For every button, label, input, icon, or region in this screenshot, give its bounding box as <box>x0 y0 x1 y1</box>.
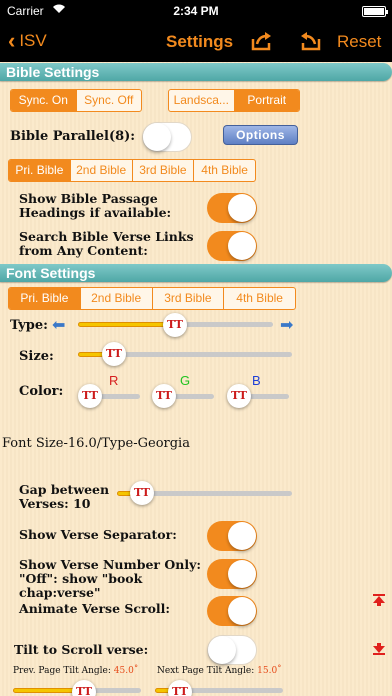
tab-4th-bible[interactable]: 4th Bible <box>194 160 255 181</box>
font-tab-pri-bible[interactable]: Pri. Bible <box>9 288 81 309</box>
scroll-up-icon[interactable] <box>372 593 386 607</box>
blue-channel-label: B <box>252 373 261 388</box>
bible-tabs: Pri. Bible 2nd Bible 3rd Bible 4th Bible <box>8 159 256 182</box>
status-bar: Carrier 2:34 PM <box>0 0 392 22</box>
font-tab-3rd-bible[interactable]: 3rd Bible <box>153 288 225 309</box>
type-label: Type: <box>10 318 48 333</box>
font-settings-header: Font Settings <box>0 264 392 282</box>
verse-separator-toggle[interactable] <box>207 521 257 551</box>
red-slider-thumb[interactable]: TT <box>78 384 102 408</box>
share-icon[interactable] <box>250 30 274 52</box>
tab-pri-bible[interactable]: Pri. Bible <box>9 160 71 181</box>
size-slider-thumb[interactable]: TT <box>102 342 126 366</box>
scroll-down-icon[interactable] <box>372 642 386 656</box>
portrait-segment[interactable]: Portrait <box>234 90 299 111</box>
next-tilt-angle-value: 15.0˚ <box>257 666 282 676</box>
sync-off-segment[interactable]: Sync. Off <box>77 90 142 111</box>
prev-tilt-angle-value: 45.0˚ <box>113 666 139 676</box>
prev-tilt-angle-label: Prev. Page Tilt Angle: 45.0˚ <box>13 666 139 676</box>
next-tilt-slider-thumb[interactable]: TT <box>168 680 192 696</box>
blue-slider-thumb[interactable]: TT <box>227 384 251 408</box>
passage-headings-label: Show Bible Passage Headings if available… <box>19 191 172 220</box>
sync-on-segment[interactable]: Sync. On <box>11 90 77 111</box>
back-button[interactable]: ‹ ISV <box>8 28 47 53</box>
next-tilt-angle-label: Next Page Tilt Angle: 15.0˚ <box>157 666 282 676</box>
verse-separator-label: Show Verse Separator: <box>19 527 177 542</box>
page-title: Settings <box>166 32 234 51</box>
tab-3rd-bible[interactable]: 3rd Bible <box>133 160 195 181</box>
green-channel-label: G <box>180 373 191 388</box>
animate-verse-scroll-toggle[interactable] <box>207 596 257 626</box>
font-tab-4th-bible[interactable]: 4th Bible <box>224 288 295 309</box>
verse-links-toggle[interactable] <box>207 231 257 261</box>
font-summary: Font Size-16.0/Type-Georgia <box>2 436 190 451</box>
verse-number-only-label: Show Verse Number Only: "Off": show "boo… <box>19 557 201 600</box>
verse-links-label: Search Bible Verse Links from Any Conten… <box>19 229 194 258</box>
reset-button[interactable]: Reset <box>337 32 381 52</box>
type-slider-thumb[interactable]: TT <box>163 313 187 337</box>
reply-icon[interactable] <box>298 30 322 52</box>
gap-slider-thumb[interactable]: TT <box>130 481 154 505</box>
size-label: Size: <box>19 349 54 364</box>
animate-verse-scroll-label: Animate Verse Scroll: <box>19 601 171 616</box>
status-time: 2:34 PM <box>173 4 219 18</box>
color-label: Color: <box>19 384 64 399</box>
battery-icon <box>362 6 388 17</box>
bible-settings-header: Bible Settings <box>0 63 392 81</box>
landscape-segment[interactable]: Landsca... <box>169 90 235 111</box>
arrow-left-icon[interactable]: ⬅ <box>52 315 65 335</box>
arrow-right-icon[interactable]: ➡ <box>280 315 293 335</box>
font-tab-2nd-bible[interactable]: 2nd Bible <box>81 288 153 309</box>
tab-2nd-bible[interactable]: 2nd Bible <box>71 160 133 181</box>
options-button[interactable]: Options <box>223 125 298 145</box>
bible-parallel-label: Bible Parallel(8): <box>10 129 136 144</box>
sync-segmented-control: Sync. On Sync. Off <box>10 89 142 112</box>
back-label: ISV <box>19 31 47 50</box>
navigation-bar: ‹ ISV Settings Reset <box>0 22 392 62</box>
bible-parallel-toggle[interactable] <box>142 122 192 152</box>
chevron-left-icon: ‹ <box>8 28 16 53</box>
green-slider-thumb[interactable]: TT <box>152 384 176 408</box>
gap-between-verses-label: Gap between Verses: 10 <box>19 482 110 511</box>
red-channel-label: R <box>109 373 119 388</box>
verse-number-only-toggle[interactable] <box>207 559 257 589</box>
orientation-segmented-control: Landsca... Portrait <box>168 89 300 112</box>
tilt-to-scroll-toggle[interactable] <box>207 635 257 665</box>
passage-headings-toggle[interactable] <box>207 193 257 223</box>
tilt-to-scroll-label: Tilt to Scroll verse: <box>14 642 149 657</box>
prev-tilt-slider-thumb[interactable]: TT <box>72 680 96 696</box>
font-bible-tabs: Pri. Bible 2nd Bible 3rd Bible 4th Bible <box>8 287 296 310</box>
